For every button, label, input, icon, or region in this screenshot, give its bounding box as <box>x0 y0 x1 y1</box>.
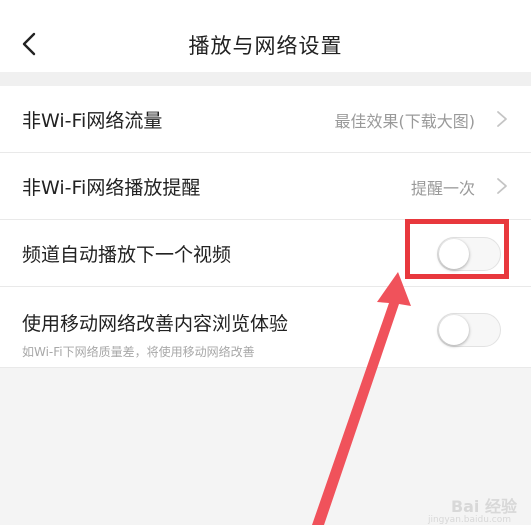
setting-mobile-network-boost: 使用移动网络改善内容浏览体验 如Wi-Fi下网络质量差，将使用移动网络改善 <box>0 287 531 368</box>
setting-value: 提醒一次 <box>410 179 475 198</box>
page-title: 播放与网络设置 <box>188 34 343 58</box>
watermark-url: jingyan.baidu.com <box>427 515 511 525</box>
setting-label: 频道自动播放下一个视频 <box>22 244 232 266</box>
setting-label: 非Wi-Fi网络播放提醒 <box>22 177 201 199</box>
toggle-knob <box>439 315 469 345</box>
setting-label: 非Wi-Fi网络流量 <box>22 110 163 132</box>
watermark-logo: Bai 经验 <box>450 497 517 516</box>
annotation-highlight-box <box>405 219 509 279</box>
chevron-right-icon <box>497 178 507 194</box>
setting-non-wifi-traffic[interactable]: 非Wi-Fi网络流量 最佳效果(下载大图) <box>0 86 531 153</box>
setting-description: 如Wi-Fi下网络质量差，将使用移动网络改善 <box>22 345 255 359</box>
setting-label: 使用移动网络改善内容浏览体验 <box>22 313 289 335</box>
setting-non-wifi-reminder[interactable]: 非Wi-Fi网络播放提醒 提醒一次 <box>0 153 531 220</box>
setting-value: 最佳效果(下载大图) <box>334 112 476 131</box>
section-divider <box>0 72 531 86</box>
top-bar: 播放与网络设置 <box>0 0 531 72</box>
mobile-network-toggle[interactable] <box>437 313 501 347</box>
chevron-right-icon <box>497 111 507 127</box>
